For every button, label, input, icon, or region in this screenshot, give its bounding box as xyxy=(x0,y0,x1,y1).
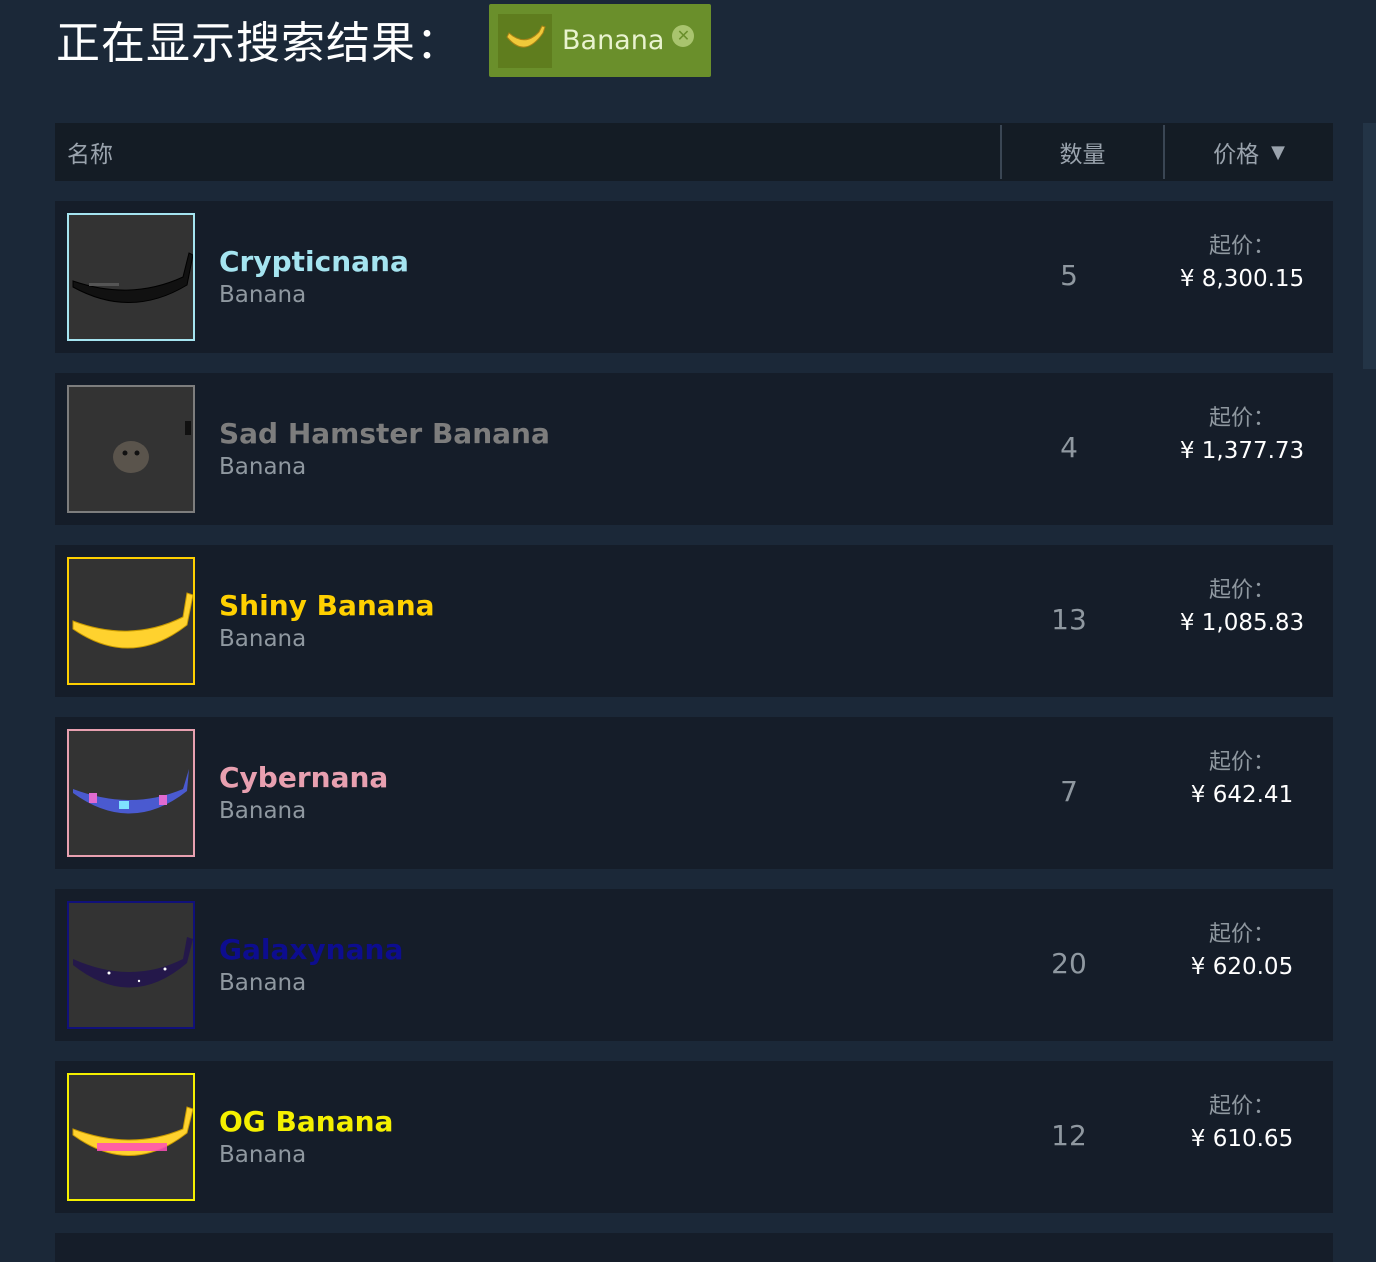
price-prefix: 起价： xyxy=(1208,750,1275,775)
item-quantity: 4 xyxy=(1060,431,1078,464)
item-name[interactable]: OG Banana xyxy=(219,1105,393,1139)
banana-skin-icon xyxy=(72,252,193,303)
banana-skin-icon xyxy=(73,937,193,988)
listing-row[interactable]: Sad Hamster Banana Banana 4 起价： ¥ 1,377.… xyxy=(55,373,1333,525)
banana-skin-icon xyxy=(72,592,193,649)
item-image xyxy=(67,385,195,513)
search-results-heading: 正在显示搜索结果： xyxy=(56,18,461,69)
banana-skin-icon xyxy=(73,769,189,814)
item-game: Banana xyxy=(219,1142,307,1168)
price-value: ¥ 610.65 xyxy=(1190,1126,1294,1152)
price-prefix: 起价： xyxy=(1208,578,1275,603)
item-price: 起价： ¥ 8,300.15 xyxy=(1151,231,1333,295)
item-image xyxy=(67,213,195,341)
filter-tag-label: Banana xyxy=(562,25,665,56)
banana-icon xyxy=(498,13,552,68)
price-prefix: 起价： xyxy=(1208,1094,1275,1119)
item-name[interactable]: Cybernana xyxy=(219,761,388,795)
price-value: ¥ 620.05 xyxy=(1190,954,1294,980)
price-prefix: 起价： xyxy=(1208,406,1275,431)
item-name[interactable]: Shiny Banana xyxy=(219,589,435,623)
scrollbar[interactable] xyxy=(1363,123,1376,369)
item-game: Banana xyxy=(219,454,307,480)
market-search-page: 正在显示搜索结果： Banana ✕ 名称 数量 价格 ▼ Crypticnan… xyxy=(0,0,1376,1262)
banana-skin-icon xyxy=(72,1106,193,1156)
item-game: Banana xyxy=(219,626,307,652)
item-game: Banana xyxy=(219,282,307,308)
item-quantity: 20 xyxy=(1051,947,1087,980)
item-name[interactable]: Galaxynana xyxy=(219,933,403,967)
item-game: Banana xyxy=(219,798,307,824)
item-name[interactable]: Sad Hamster Banana xyxy=(219,417,550,451)
item-image xyxy=(67,901,195,1029)
item-quantity: 12 xyxy=(1051,1119,1087,1152)
item-quantity: 13 xyxy=(1051,603,1087,636)
item-price: 起价： ¥ 1,377.73 xyxy=(1151,403,1333,467)
listing-row[interactable]: Shiny Banana Banana 13 起价： ¥ 1,085.83 xyxy=(55,545,1333,697)
results-table-header: 名称 数量 价格 ▼ xyxy=(55,123,1333,181)
item-image xyxy=(67,1073,195,1201)
item-price: 起价： ¥ 1,085.83 xyxy=(1151,575,1333,639)
item-quantity: 7 xyxy=(1060,775,1078,808)
item-image xyxy=(67,729,195,857)
price-value: ¥ 642.41 xyxy=(1190,782,1294,808)
listing-row[interactable]: Crypticnana Banana 5 起价： ¥ 8,300.15 xyxy=(55,201,1333,353)
column-header-quantity[interactable]: 数量 xyxy=(1000,125,1165,179)
item-price: 起价： ¥ 610.65 xyxy=(1151,1091,1333,1155)
price-value: ¥ 1,377.73 xyxy=(1179,438,1305,464)
listing-row[interactable]: Cybernana Banana 7 起价： ¥ 642.41 xyxy=(55,717,1333,869)
price-prefix: 起价： xyxy=(1208,922,1275,947)
item-game: Banana xyxy=(219,970,307,996)
sort-descending-icon: ▼ xyxy=(1271,141,1285,163)
column-header-price-label: 价格 xyxy=(1213,142,1260,168)
listing-row[interactable]: Galaxynana Banana 20 起价： ¥ 620.05 xyxy=(55,889,1333,1041)
search-filter-tag[interactable]: Banana ✕ xyxy=(489,4,711,77)
price-prefix: 起价： xyxy=(1208,234,1275,259)
item-quantity: 5 xyxy=(1060,259,1078,292)
column-header-name[interactable]: 名称 xyxy=(55,123,1000,181)
item-price: 起价： ¥ 642.41 xyxy=(1151,747,1333,811)
column-header-price[interactable]: 价格 ▼ xyxy=(1165,123,1333,181)
price-value: ¥ 8,300.15 xyxy=(1179,266,1305,292)
listing-row-partial[interactable] xyxy=(55,1233,1333,1262)
listing-row[interactable]: OG Banana Banana 12 起价： ¥ 610.65 xyxy=(55,1061,1333,1213)
item-image xyxy=(67,557,195,685)
item-price: 起价： ¥ 620.05 xyxy=(1151,919,1333,983)
remove-filter-icon[interactable]: ✕ xyxy=(672,24,695,47)
results-list: Crypticnana Banana 5 起价： ¥ 8,300.15 Sad … xyxy=(55,201,1333,1233)
item-name[interactable]: Crypticnana xyxy=(219,245,409,279)
price-value: ¥ 1,085.83 xyxy=(1179,610,1305,636)
banana-skin-icon xyxy=(113,421,191,473)
